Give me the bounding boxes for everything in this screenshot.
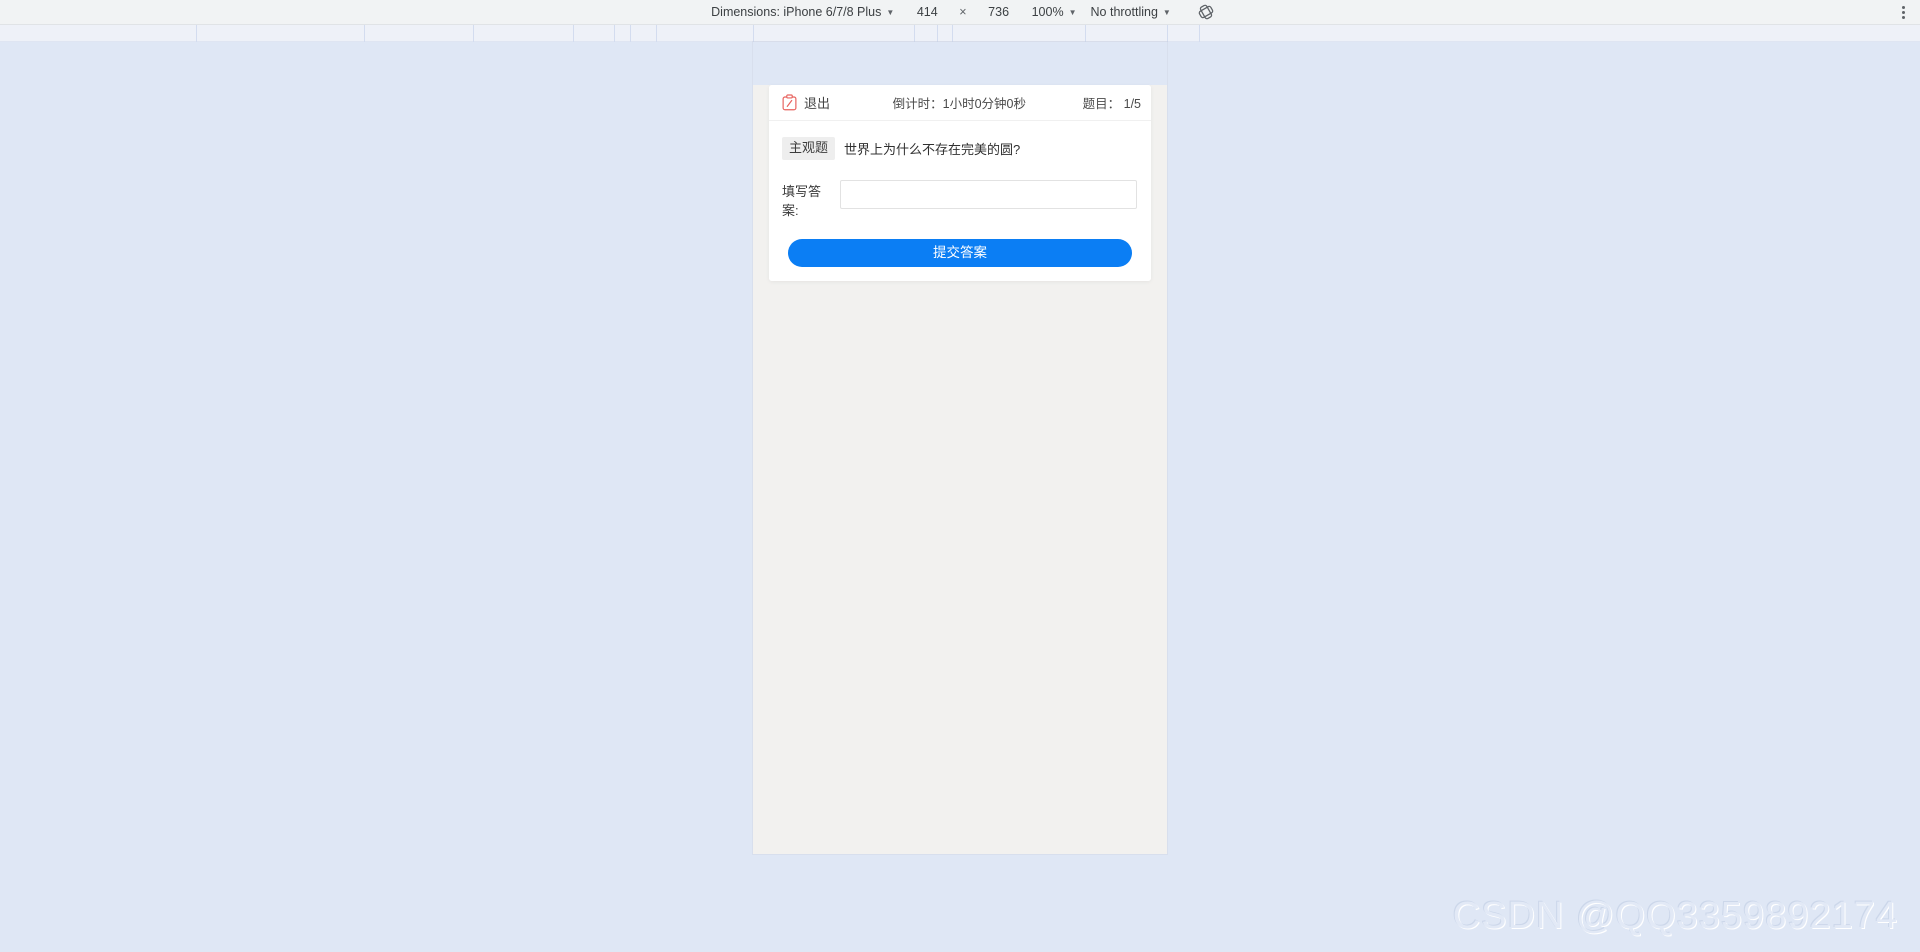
ruler-tick xyxy=(364,25,365,42)
network-throttling-label: No throttling xyxy=(1090,4,1158,19)
chevron-down-icon: ▼ xyxy=(1162,8,1171,17)
ruler-tick xyxy=(1199,25,1200,42)
quiz-header: 退出 倒计时：1小时0分钟0秒 题目： 1/5 xyxy=(769,85,1151,121)
clipboard-pencil-icon xyxy=(782,94,797,111)
dimension-separator: × xyxy=(959,4,967,19)
ruler-tick xyxy=(914,25,915,42)
ruler-tick xyxy=(614,25,615,42)
ruler-tick xyxy=(1085,25,1086,42)
viewport-top-spacer xyxy=(753,42,1167,85)
rotate-icon[interactable] xyxy=(1196,2,1216,22)
viewport-ruler xyxy=(0,25,1920,42)
dot xyxy=(1901,6,1905,9)
question-index: 题目： 1/5 xyxy=(1082,97,1141,111)
devtools-device-toolbar: Dimensions: iPhone 6/7/8 Plus ▼ × 100% ▼… xyxy=(0,0,1920,25)
network-throttling-dropdown[interactable]: No throttling ▼ xyxy=(1084,2,1178,23)
zoom-level-label: 100% xyxy=(1031,4,1064,19)
device-toolbar-controls: Dimensions: iPhone 6/7/8 Plus ▼ × 100% ▼… xyxy=(704,2,1216,23)
ruler-tick xyxy=(630,25,631,42)
exit-label: 退出 xyxy=(804,96,831,111)
viewport-width-input[interactable] xyxy=(905,5,950,19)
watermark-text: CSDN @QQ3359892174 xyxy=(1452,895,1898,937)
device-viewport: 退出 倒计时：1小时0分钟0秒 题目： 1/5 主观题 世界上为什么不存在完美的… xyxy=(753,42,1167,854)
ruler-tick xyxy=(473,25,474,42)
dot xyxy=(1901,11,1905,14)
ruler-tick xyxy=(1167,25,1168,42)
answer-input[interactable] xyxy=(840,180,1137,210)
submit-button-wrapper: 提交答案 xyxy=(782,238,1138,281)
submit-answer-button[interactable]: 提交答案 xyxy=(788,238,1132,267)
ruler-tick xyxy=(196,25,197,42)
more-vertical-icon[interactable] xyxy=(1894,3,1912,22)
device-dimensions-label: Dimensions: iPhone 6/7/8 Plus xyxy=(711,4,882,19)
ruler-tick xyxy=(937,25,938,42)
quiz-card: 退出 倒计时：1小时0分钟0秒 题目： 1/5 主观题 世界上为什么不存在完美的… xyxy=(769,85,1151,281)
ruler-tick xyxy=(753,25,754,42)
chevron-down-icon: ▼ xyxy=(1068,8,1077,17)
zoom-level-dropdown[interactable]: 100% ▼ xyxy=(1025,2,1084,23)
exit-button[interactable]: 退出 xyxy=(781,93,830,112)
quiz-body: 主观题 世界上为什么不存在完美的圆? 填写答案: 提交答案 xyxy=(769,121,1151,281)
ruler-tick xyxy=(573,25,574,42)
question-text: 世界上为什么不存在完美的圆? xyxy=(844,142,1021,157)
viewport-height-input[interactable] xyxy=(976,5,1021,19)
countdown-text: 倒计时：1小时0分钟0秒 xyxy=(892,97,1026,111)
chevron-down-icon: ▼ xyxy=(886,8,895,17)
ruler-tick xyxy=(952,25,953,42)
device-dimensions-dropdown[interactable]: Dimensions: iPhone 6/7/8 Plus ▼ xyxy=(704,2,901,23)
answer-label: 填写答案: xyxy=(782,184,822,218)
question-type-badge: 主观题 xyxy=(782,137,836,160)
question-row: 主观题 世界上为什么不存在完美的圆? xyxy=(782,137,1138,161)
ruler-tick xyxy=(656,25,657,42)
dot xyxy=(1901,16,1905,19)
answer-row: 填写答案: xyxy=(782,180,1138,221)
